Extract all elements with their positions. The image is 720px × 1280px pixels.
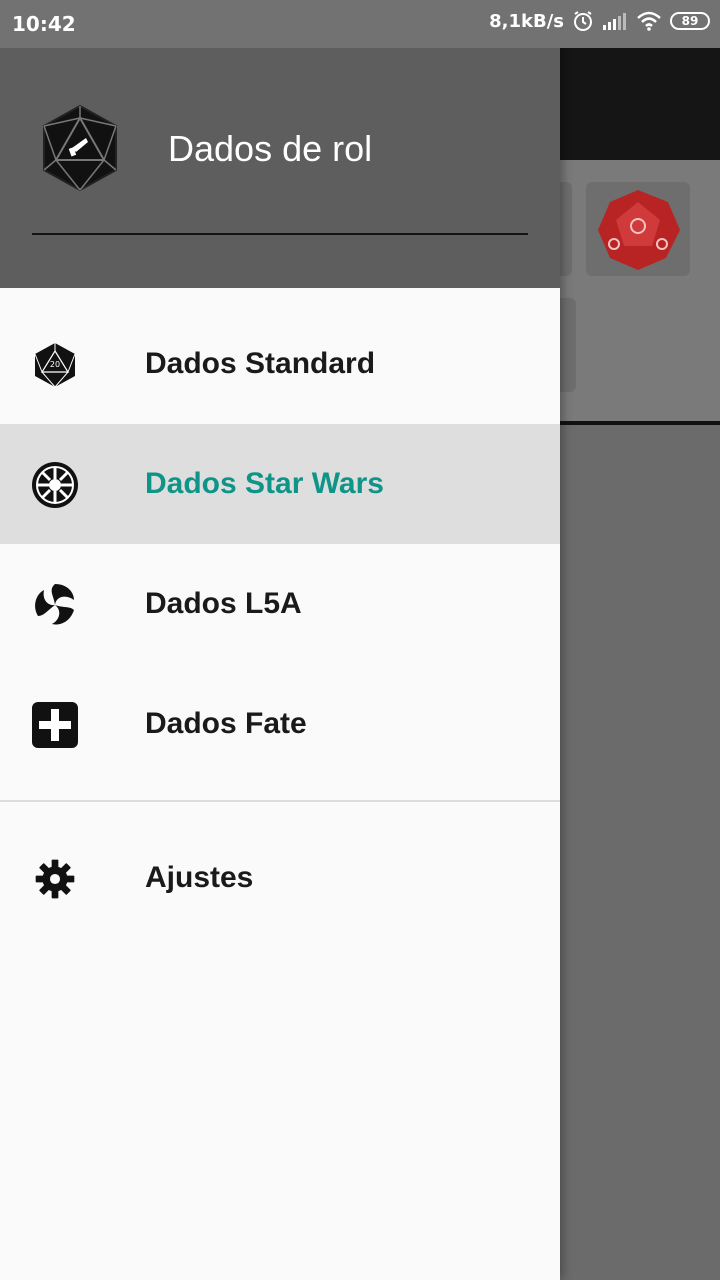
menu-item-dados-l5a[interactable]: Dados L5A — [0, 544, 560, 664]
imperial-emblem-icon — [32, 462, 78, 508]
red-die-icon — [598, 190, 680, 270]
app-title: Dados de rol — [168, 128, 373, 169]
plus-square-icon — [32, 702, 78, 748]
signal-icon — [603, 13, 626, 30]
background-red-die — [586, 182, 690, 276]
menu-item-ajustes[interactable]: Ajustes — [0, 818, 560, 938]
battery-icon: 89 — [670, 12, 710, 30]
status-bar: 10:42 8,1kB/s 89 — [0, 0, 720, 48]
menu-item-label: Dados L5A — [145, 587, 302, 620]
status-time: 10:42 — [12, 12, 76, 36]
menu-item-dados-star-wars[interactable]: Dados Star Wars — [0, 424, 560, 544]
d20-logo-icon — [43, 104, 117, 192]
drawer-header: Dados de rol — [0, 48, 560, 288]
mon-crest-icon — [35, 584, 74, 625]
alarm-icon — [574, 11, 592, 31]
menu-item-label: Ajustes — [145, 861, 254, 894]
gear-icon — [35, 859, 75, 899]
svg-text:20: 20 — [50, 360, 60, 369]
status-icons: 8,1kB/s 89 — [489, 10, 710, 32]
network-speed: 8,1kB/s — [489, 10, 564, 32]
menu-item-dados-fate[interactable]: Dados Fate — [0, 664, 560, 784]
menu-item-label: Dados Standard — [145, 347, 376, 380]
wifi-icon — [637, 11, 661, 31]
header-divider — [32, 233, 528, 235]
menu-divider — [0, 800, 560, 802]
navigation-drawer: Dados de rol 20 Dados Standard Dados Sta… — [0, 0, 560, 1280]
menu-item-dados-standard[interactable]: 20 Dados Standard — [0, 304, 560, 424]
menu-item-label: Dados Star Wars — [145, 467, 384, 500]
menu-item-label: Dados Fate — [145, 707, 307, 740]
d20-icon: 20 — [34, 343, 76, 388]
background-divider — [560, 421, 720, 425]
